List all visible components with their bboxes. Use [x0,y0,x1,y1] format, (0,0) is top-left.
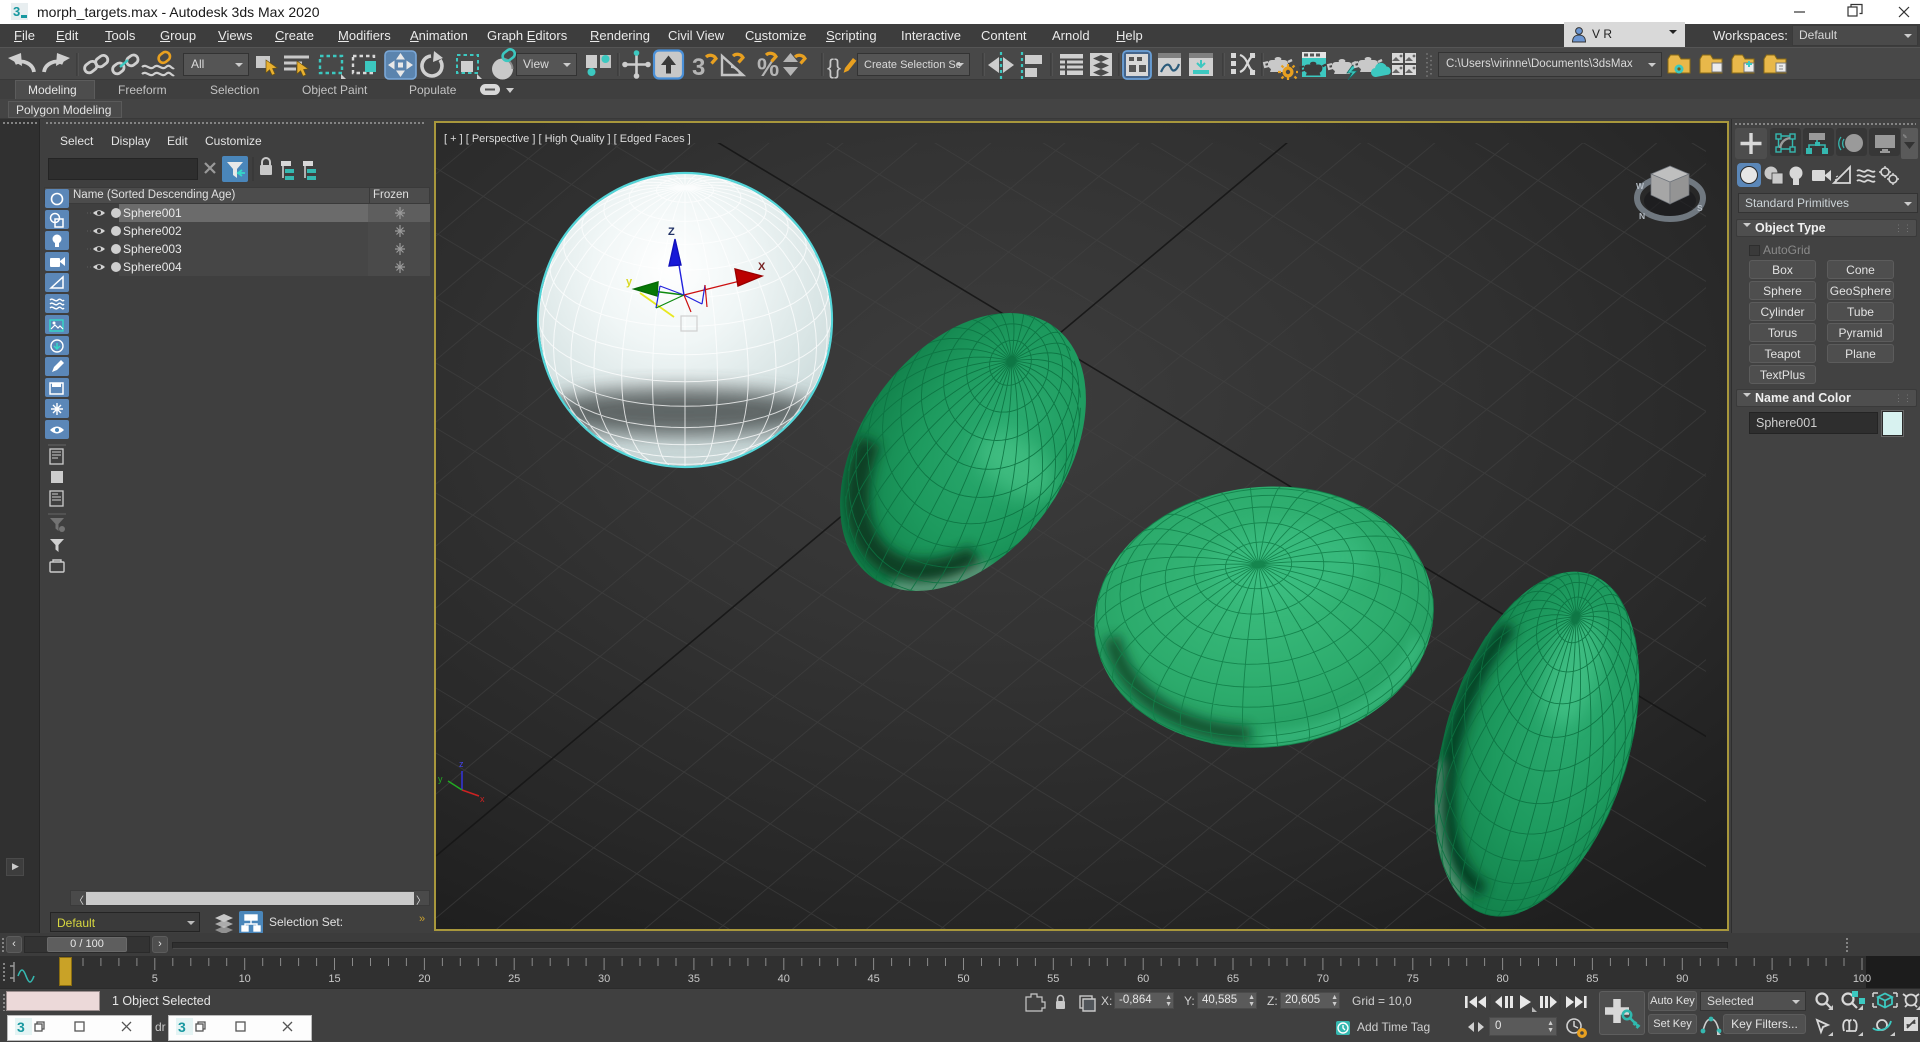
svg-text:45: 45 [867,973,879,985]
svg-text:z: z [459,759,464,769]
svg-text:5: 5 [152,973,158,985]
svg-text:35: 35 [688,973,700,985]
svg-text:90: 90 [1676,973,1688,985]
svg-text:75: 75 [1407,973,1419,985]
svg-text:65: 65 [1227,973,1239,985]
svg-text:10: 10 [239,973,251,985]
svg-text:N: N [1639,211,1645,221]
svg-text:3: 3 [13,4,20,19]
svg-text:60: 60 [1137,973,1149,985]
svg-text:15: 15 [328,973,340,985]
svg-text:20: 20 [418,973,430,985]
svg-text:S: S [1697,203,1703,213]
svg-text:50: 50 [957,973,969,985]
svg-text:{}: {} [827,56,841,79]
svg-text:3: 3 [17,1019,25,1035]
svg-text:30: 30 [598,973,610,985]
svg-text:W: W [1636,181,1645,191]
svg-text:80: 80 [1496,973,1508,985]
svg-text:40: 40 [778,973,790,985]
svg-text:y: y [438,774,443,784]
svg-text:95: 95 [1766,973,1778,985]
svg-text:3: 3 [178,1019,186,1035]
svg-text:X: X [758,261,766,273]
svg-text:3: 3 [692,54,705,81]
svg-text:55: 55 [1047,973,1059,985]
svg-text:x: x [480,794,485,804]
svg-text:y: y [626,276,633,288]
svg-text:85: 85 [1586,973,1598,985]
svg-text:70: 70 [1317,973,1329,985]
svg-text:Z: Z [668,226,675,238]
svg-text:[ + ] [ Perspective ] [ High Q: [ + ] [ Perspective ] [ High Quality ] [… [444,133,691,145]
svg-text:25: 25 [508,973,520,985]
svg-text:100: 100 [1853,973,1871,985]
